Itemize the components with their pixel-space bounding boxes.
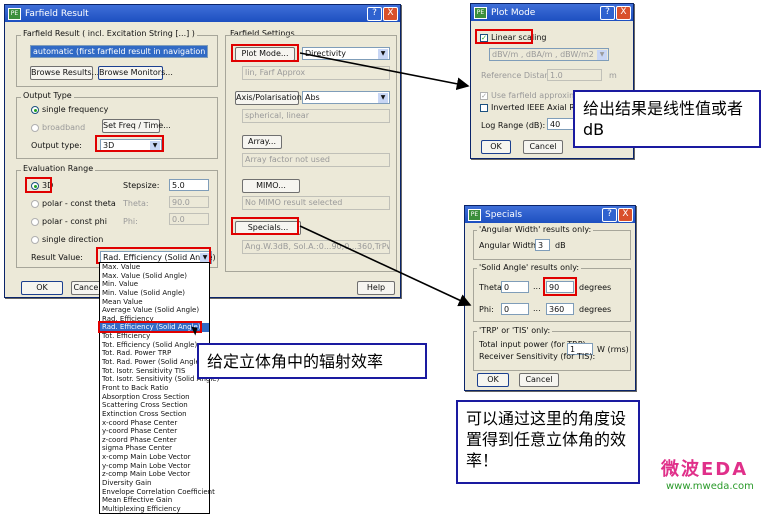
watermark-url: www.mweda.com xyxy=(666,481,754,492)
arrow-to-specials xyxy=(299,225,472,307)
annotation-arrows xyxy=(299,52,472,307)
callout-any-solid-angle: 可以通过这里的角度设置得到任意立体角的效率！ xyxy=(456,400,640,484)
watermark-brand: 微波EDA xyxy=(661,459,749,480)
arrow-to-plot-mode xyxy=(299,52,470,91)
callout-linear-or-db: 给出结果是线性值或者dB xyxy=(573,90,761,148)
callout-radiation-efficiency: 给定立体角中的辐射效率 xyxy=(197,343,427,379)
